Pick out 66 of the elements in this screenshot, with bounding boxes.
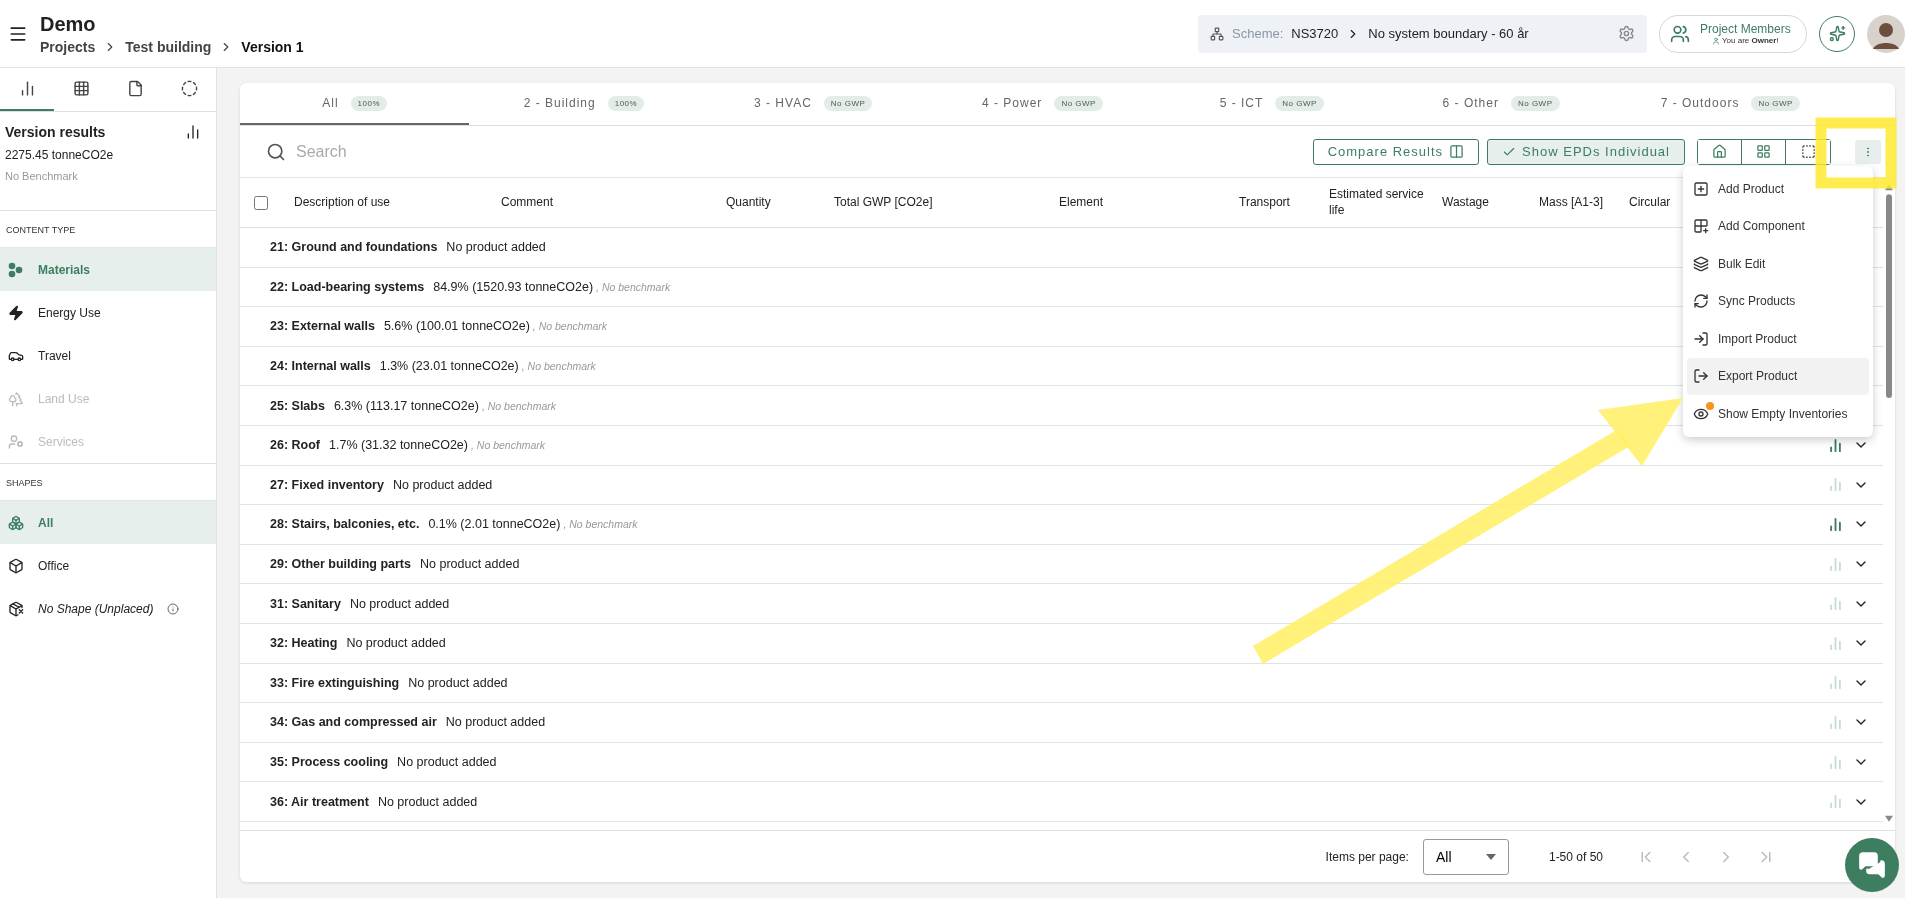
- column-header: Total GWP [CO2e]: [834, 194, 934, 211]
- shape-item[interactable]: All: [0, 501, 216, 544]
- column-header: Circular: [1629, 194, 1672, 211]
- gwp-badge: 100%: [350, 95, 388, 111]
- menu-item[interactable]: Add Product: [1687, 170, 1869, 208]
- shape-item[interactable]: Office: [0, 544, 216, 587]
- inventory-row[interactable]: 27: Fixed inventory No product added: [270, 477, 1818, 492]
- shape-item[interactable]: No Shape (Unplaced): [0, 587, 216, 630]
- breadcrumb-link[interactable]: Test building: [125, 38, 212, 55]
- benchmark-text: No Benchmark: [5, 170, 79, 182]
- role-text: You are Owner!: [1722, 36, 1779, 45]
- project-title: Demo: [40, 12, 97, 36]
- inventory-row[interactable]: 28: Stairs, balconies, etc. 0.1% (2.01 tonneCO2e) , No benchmark: [270, 517, 1818, 532]
- project-members-label: Project Members: [1700, 22, 1791, 36]
- column-header: Description of use: [294, 194, 392, 211]
- breadcrumb-link[interactable]: Version 1: [241, 38, 304, 55]
- items-per-page-select[interactable]: All: [1422, 838, 1509, 875]
- inventory-row[interactable]: 36: Air treatment No product added: [270, 794, 1818, 809]
- scheme-value: NS3720: [1291, 26, 1339, 41]
- total-emissions: 2275.45 tonneCO2e: [5, 148, 115, 162]
- column-header: Mass [A1-3]: [1539, 194, 1605, 211]
- inventory-row[interactable]: 29: Other building parts No product added: [270, 557, 1818, 572]
- inventory-row[interactable]: 26: Roof 1.7% (31.32 tonneCO2e) , No benchmark: [270, 438, 1818, 453]
- category-tab[interactable]: 4 - Power No GWP: [927, 83, 1158, 125]
- scheme-label: Scheme:: [1232, 26, 1284, 41]
- scheme-selector[interactable]: Scheme: NS3720 No system boundary - 60 år: [1198, 14, 1647, 53]
- inventory-row[interactable]: 35: Process cooling No product added: [270, 755, 1818, 769]
- category-tab[interactable]: 5 - ICT No GWP: [1157, 83, 1387, 125]
- column-header: Comment: [501, 194, 554, 211]
- column-header: Estimated service life: [1329, 186, 1425, 219]
- inventory-row[interactable]: 33: Fire extinguishing No product added: [270, 675, 1818, 690]
- menu-item[interactable]: Export Product: [1687, 357, 1869, 395]
- content-type-item[interactable]: Materials: [0, 248, 216, 291]
- gwp-badge: No GWP: [823, 95, 873, 111]
- menu-item[interactable]: Sync Products: [1687, 282, 1869, 320]
- menu-item[interactable]: Bulk Edit: [1687, 245, 1869, 283]
- column-header: Quantity: [726, 194, 772, 211]
- column-header: Wastage: [1442, 194, 1490, 211]
- category-tab[interactable]: 3 - HVAC No GWP: [698, 83, 928, 125]
- category-tab[interactable]: 6 - Other No GWP: [1386, 83, 1616, 125]
- content-type-item[interactable]: Energy Use: [0, 291, 216, 334]
- category-tab[interactable]: 2 - Building 100%: [469, 83, 699, 125]
- column-header: Element: [1059, 194, 1105, 211]
- category-tab[interactable]: All 100%: [240, 83, 470, 125]
- page-range: 1-50 of 50: [1548, 849, 1603, 864]
- compare-results-button[interactable]: Compare Results: [1312, 138, 1480, 165]
- gwp-badge: No GWP: [1510, 95, 1560, 111]
- inventory-row[interactable]: 31: Sanitary No product added: [270, 596, 1818, 611]
- column-header: Transport: [1239, 194, 1291, 211]
- show-epds-toggle[interactable]: Show EPDs Individual: [1487, 138, 1685, 165]
- category-tab[interactable]: 7 - Outdoors No GWP: [1615, 83, 1845, 125]
- version-results-title: Version results: [5, 124, 106, 140]
- menu-item[interactable]: Import Product: [1687, 320, 1869, 358]
- system-boundary: No system boundary - 60 år: [1368, 26, 1529, 41]
- menu-item[interactable]: Add Component: [1687, 207, 1869, 245]
- inventory-row[interactable]: 34: Gas and compressed air No product added: [270, 715, 1818, 730]
- inventory-row[interactable]: 32: Heating No product added: [270, 636, 1818, 651]
- breadcrumb-link[interactable]: Projects: [40, 38, 96, 55]
- gwp-badge: No GWP: [1751, 95, 1800, 111]
- items-per-page-label: Items per page:: [1325, 849, 1409, 864]
- project-members-button[interactable]: Project Members You are Owner!: [1659, 14, 1807, 53]
- menu-item[interactable]: Show Empty Inventories: [1687, 395, 1869, 433]
- gwp-badge: No GWP: [1054, 95, 1103, 111]
- gwp-badge: No GWP: [1275, 95, 1324, 111]
- content-type-item[interactable]: Travel: [0, 334, 216, 377]
- gwp-badge: 100%: [607, 95, 645, 111]
